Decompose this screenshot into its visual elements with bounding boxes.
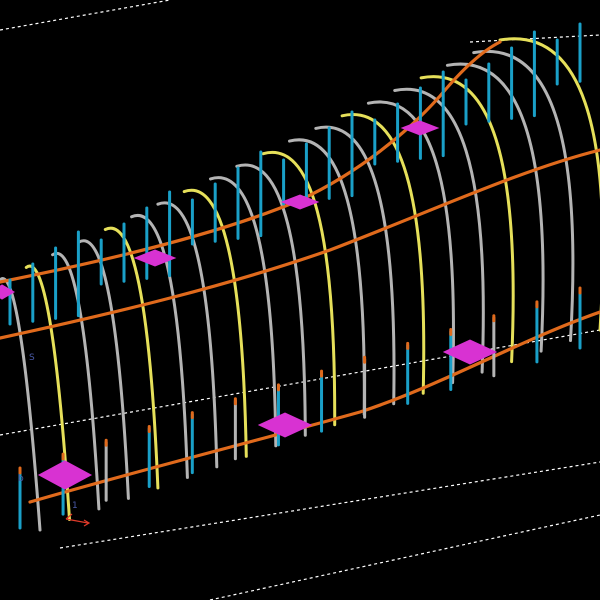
base-plate [400, 120, 440, 136]
cad-3d-viewport[interactable]: S b 1 [0, 0, 600, 600]
marker-b-label: b [18, 474, 24, 484]
axis-triad-icon [65, 513, 91, 527]
base-plate [257, 412, 313, 438]
roof-arches [0, 37, 600, 532]
longitudinal-beams [0, 40, 600, 504]
reference-line-bottom [209, 514, 600, 600]
reference-line-top [0, 0, 171, 31]
base-plate [37, 460, 93, 490]
roof-arch-highlight [340, 113, 426, 395]
roof-arch [366, 100, 455, 385]
section-mark-label: S [29, 353, 35, 363]
roof-arch-highlight [498, 37, 600, 332]
roof-arch [77, 239, 130, 500]
marker-d-label: 1 [72, 501, 78, 511]
roof-arch [393, 87, 485, 374]
roof-arch [445, 62, 545, 353]
reference-line-lower [59, 461, 600, 549]
structural-model-canvas[interactable]: S b 1 [0, 0, 600, 600]
